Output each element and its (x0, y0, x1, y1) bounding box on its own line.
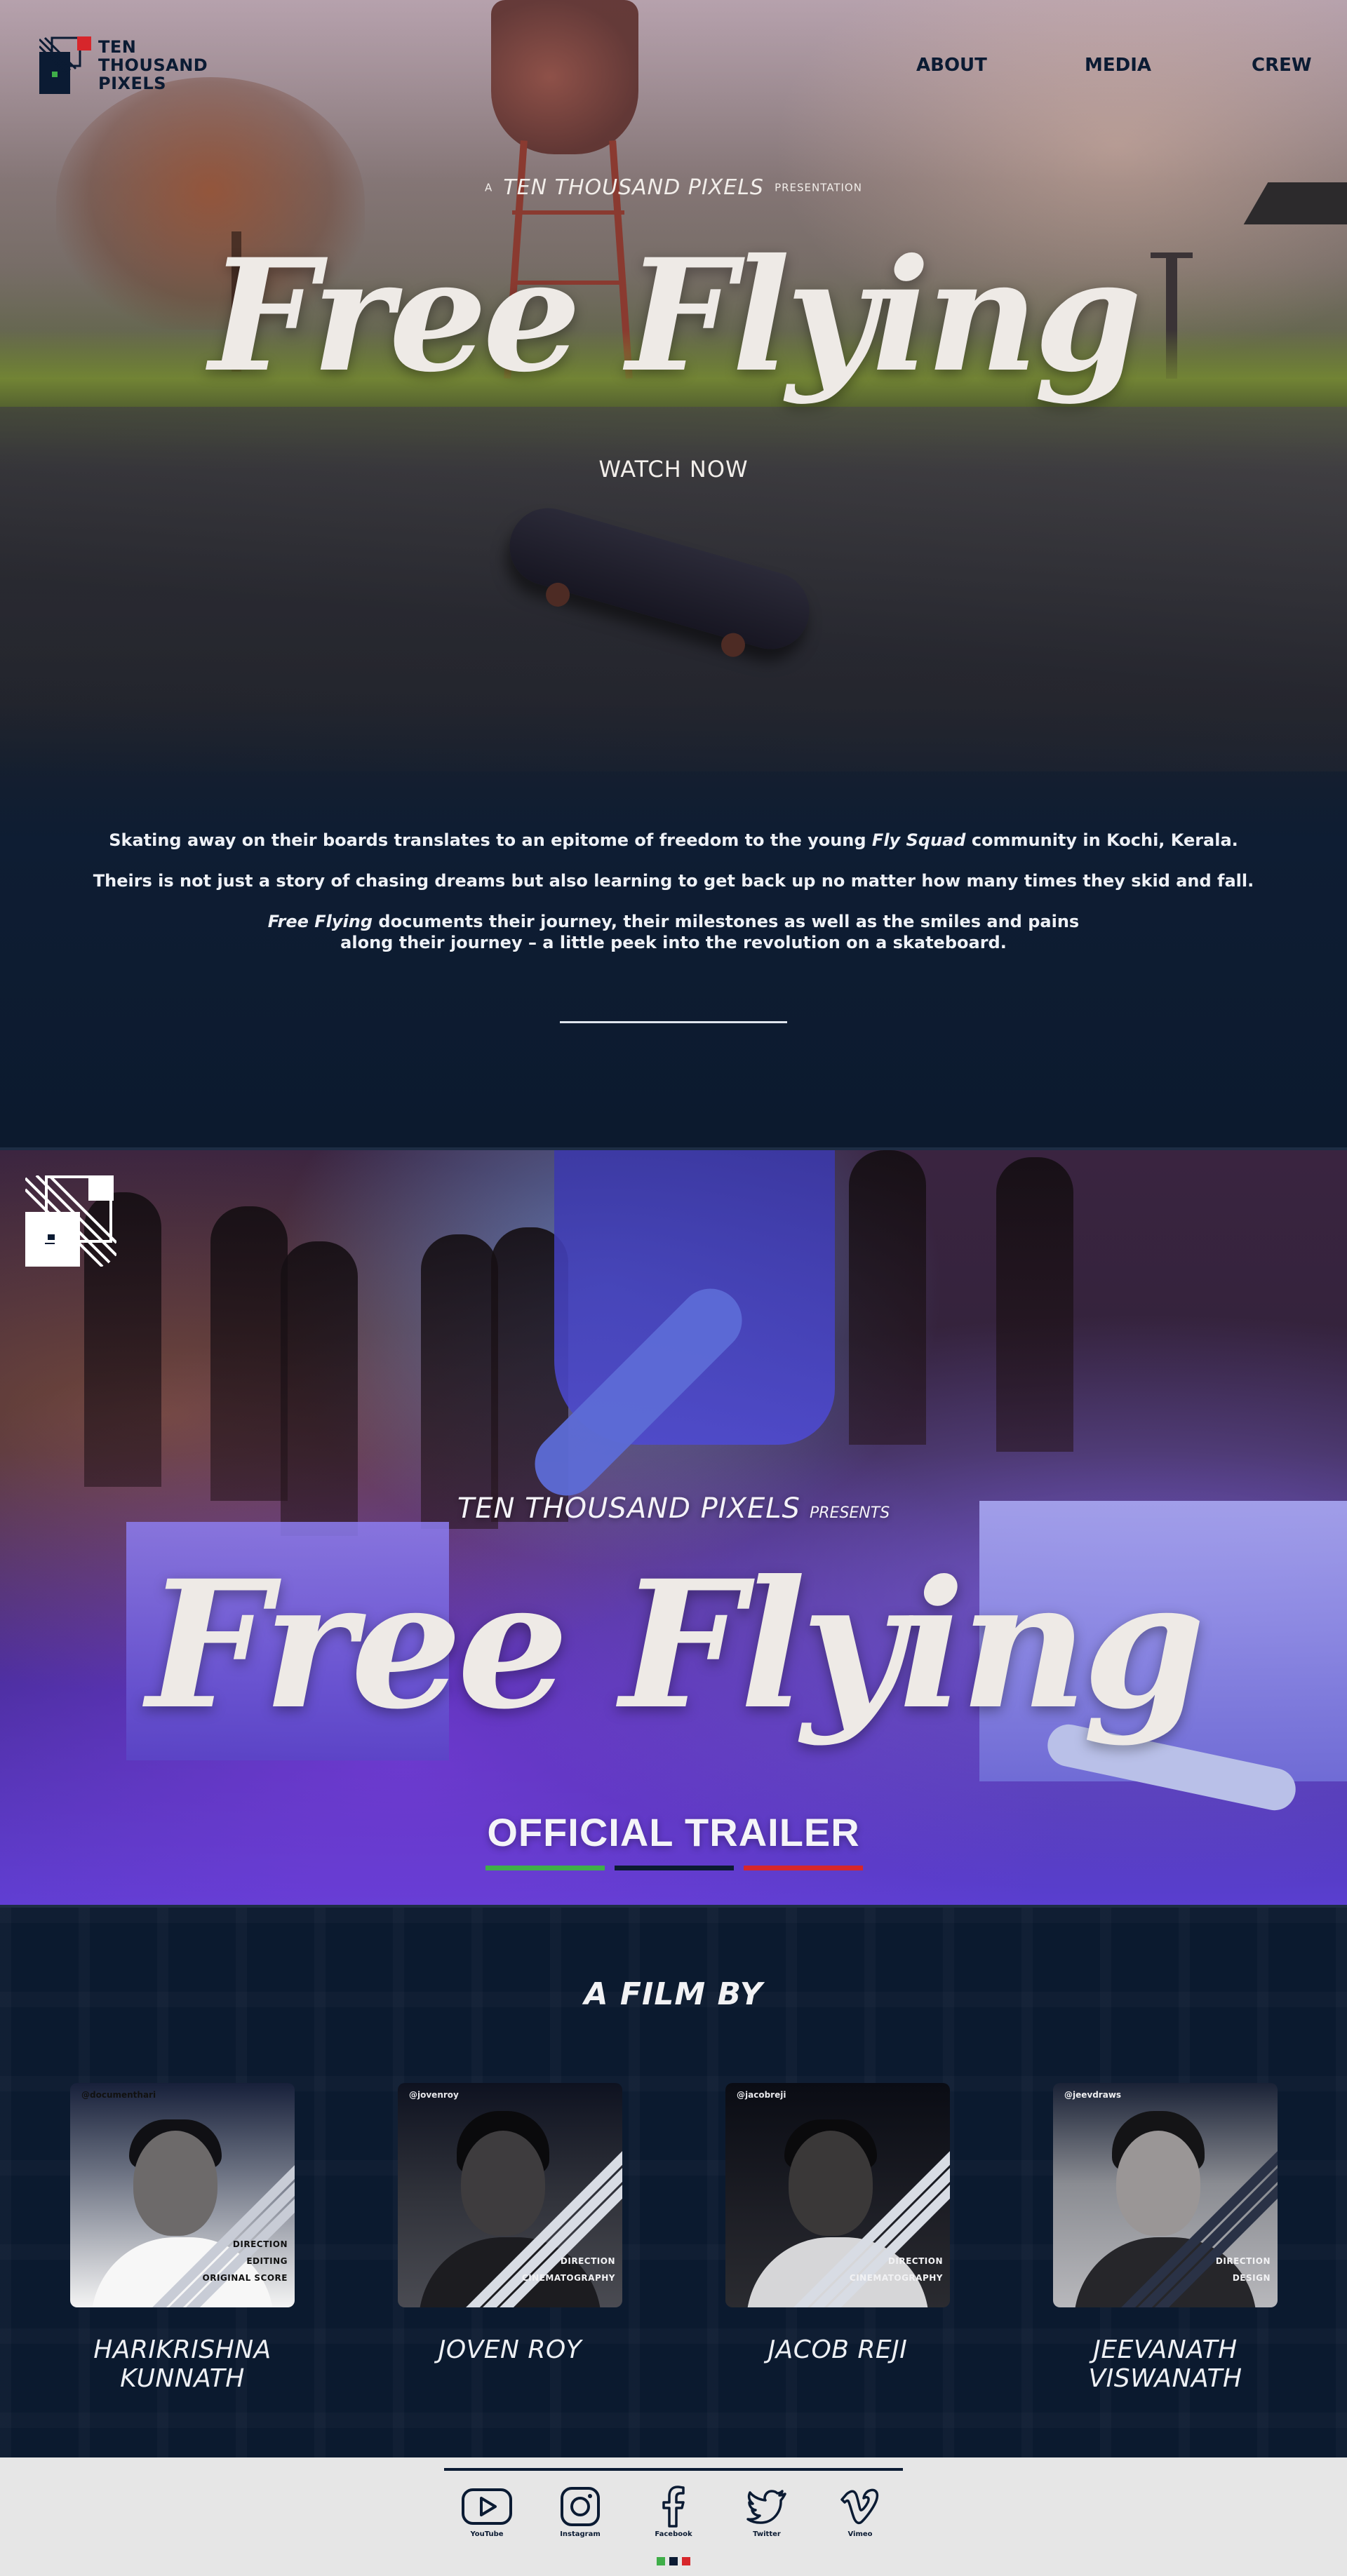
crew-handle: @jovenroy (409, 2090, 459, 2100)
social-label: Vimeo (847, 2530, 873, 2538)
presentation-line: A TEN THOUSAND PIXELS PRESENTATION (0, 175, 1347, 200)
official-trailer-label: OFFICIAL TRAILER (487, 1810, 860, 1854)
portrait-face (789, 2131, 873, 2236)
film-by-heading: A FILM BY (584, 1976, 763, 2012)
synopsis-text: Skating away on their boards translates … (109, 830, 872, 850)
ten-thousand-pixels-logo-icon (25, 1175, 116, 1267)
hero-title: Free Flying (209, 224, 1142, 406)
crew-handle: @jacobreji (737, 2090, 786, 2100)
stripe-navy (615, 1866, 734, 1870)
synopsis-paragraph: Free Flying documents their journey, the… (0, 911, 1347, 932)
synopsis-paragraph: Skating away on their boards translates … (0, 830, 1347, 851)
crew-role: CINEMATOGRAPHY (849, 2273, 943, 2283)
stripe-red (744, 1866, 863, 1870)
crew-role: ORIGINAL SCORE (202, 2273, 288, 2283)
portrait-face (133, 2131, 217, 2236)
presents-brand: TEN THOUSAND PIXELS (457, 1492, 800, 1525)
crowd-figure (421, 1234, 498, 1529)
logo-wordmark: TEN THOUSAND PIXELS (98, 38, 208, 93)
hero-section: TEN THOUSAND PIXELS ABOUT MEDIA CREW A T… (0, 0, 1347, 1147)
trailer-title: Free Flying (146, 1542, 1205, 1748)
crew-role: DIRECTION (560, 2256, 615, 2266)
crew-name: JEEVANATH VISWANATH (1088, 2335, 1242, 2393)
footer: YouTube Instagram Facebook Twitter Vimeo (0, 2457, 1347, 2576)
crew-role: DIRECTION (232, 2239, 288, 2249)
crew-roles: DIRECTION DESIGN (1216, 2253, 1271, 2286)
crew-roles: DIRECTION CINEMATOGRAPHY (522, 2253, 615, 2286)
presentation-brand: TEN THOUSAND PIXELS (503, 175, 764, 200)
vimeo-link[interactable]: Vimeo (832, 2486, 888, 2538)
crowd-figure (996, 1157, 1073, 1452)
water-tank (491, 0, 638, 154)
logo-mark-icon (39, 36, 91, 94)
crew-role: EDITING (246, 2256, 288, 2266)
stripe-green (485, 1866, 605, 1870)
ten-thousand-pixels-logo[interactable]: TEN THOUSAND PIXELS (39, 36, 222, 94)
presentation-prefix: A (485, 181, 493, 194)
dot-red (682, 2557, 690, 2565)
tower-brace (512, 210, 624, 215)
crew-role: DIRECTION (887, 2256, 943, 2266)
crew-card[interactable]: @documenthari DIRECTION EDITING ORIGINAL… (70, 2083, 295, 2307)
synopsis: Skating away on their boards translates … (0, 830, 1347, 953)
crew-roles: DIRECTION EDITING ORIGINAL SCORE (203, 2236, 288, 2286)
crew-name: JOVEN ROY (438, 2335, 582, 2364)
presentation-suffix: PRESENTATION (775, 181, 862, 194)
facebook-link[interactable]: Facebook (645, 2486, 702, 2538)
trailer-presents-line: TEN THOUSAND PIXELS PRESENTS (0, 1492, 1347, 1525)
social-label: Instagram (560, 2530, 601, 2538)
youtube-icon (462, 2488, 512, 2525)
instagram-link[interactable]: Instagram (552, 2486, 608, 2538)
crew-card[interactable]: @jovenroy DIRECTION CINEMATOGRAPHY (398, 2083, 622, 2307)
brand-dots (657, 2557, 690, 2565)
crowd-figure (281, 1241, 358, 1536)
watch-now-link[interactable]: WATCH NOW (0, 456, 1347, 483)
crew-role: CINEMATOGRAPHY (521, 2273, 615, 2283)
crew-roles: DIRECTION CINEMATOGRAPHY (850, 2253, 943, 2286)
vimeo-icon (840, 2488, 879, 2525)
synopsis-text: community in Kochi, Kerala. (965, 830, 1238, 850)
crew-handle: @jeevdraws (1064, 2090, 1122, 2100)
trailer-video[interactable]: TEN THOUSAND PIXELS PRESENTS Free Flying… (0, 1147, 1347, 1908)
crew-role: DIRECTION (1215, 2256, 1271, 2266)
nav-about[interactable]: ABOUT (916, 55, 987, 76)
portrait-face (1116, 2131, 1200, 2236)
section-divider (560, 1021, 787, 1023)
crew-name: HARIKRISHNA KUNNATH (93, 2335, 272, 2393)
logo-line: PIXELS (98, 74, 166, 93)
presents-word: PRESENTS (809, 1504, 890, 1522)
portrait-face (461, 2131, 545, 2236)
twitter-link[interactable]: Twitter (739, 2486, 795, 2538)
synopsis-paragraph: along their journey – a little peek into… (340, 933, 1007, 952)
social-label: YouTube (470, 2530, 504, 2538)
crew-card[interactable]: @jeevdraws DIRECTION DESIGN (1053, 2083, 1278, 2307)
crew-role: DESIGN (1232, 2273, 1271, 2283)
crew-handle: @documenthari (81, 2090, 156, 2100)
social-label: Twitter (753, 2530, 781, 2538)
nav-media[interactable]: MEDIA (1085, 55, 1151, 76)
synopsis-text: documents their journey, their milestone… (373, 912, 1080, 931)
crew-name: JACOB REJI (768, 2335, 908, 2364)
logo-line: TEN (98, 37, 137, 57)
synopsis-emphasis: Free Flying (267, 912, 373, 931)
twitter-icon (746, 2490, 786, 2524)
footer-divider (444, 2468, 903, 2471)
synopsis-paragraph: Theirs is not just a story of chasing dr… (93, 871, 1254, 891)
dot-green (657, 2557, 665, 2565)
crew-card[interactable]: @jacobreji DIRECTION CINEMATOGRAPHY (725, 2083, 950, 2307)
instagram-icon (561, 2487, 600, 2526)
logo-line: THOUSAND (98, 55, 208, 75)
dot-navy (669, 2557, 678, 2565)
film-by-section: A FILM BY @documenthari DIRECTION EDITIN… (0, 1908, 1347, 2457)
social-label: Facebook (655, 2530, 692, 2538)
nav-crew[interactable]: CREW (1252, 55, 1312, 76)
facebook-icon (662, 2486, 685, 2528)
crowd-figure (849, 1150, 926, 1445)
youtube-link[interactable]: YouTube (459, 2486, 515, 2538)
crowd-figure (210, 1206, 288, 1501)
synopsis-emphasis: Fly Squad (871, 830, 966, 850)
brand-stripes (485, 1866, 864, 1870)
